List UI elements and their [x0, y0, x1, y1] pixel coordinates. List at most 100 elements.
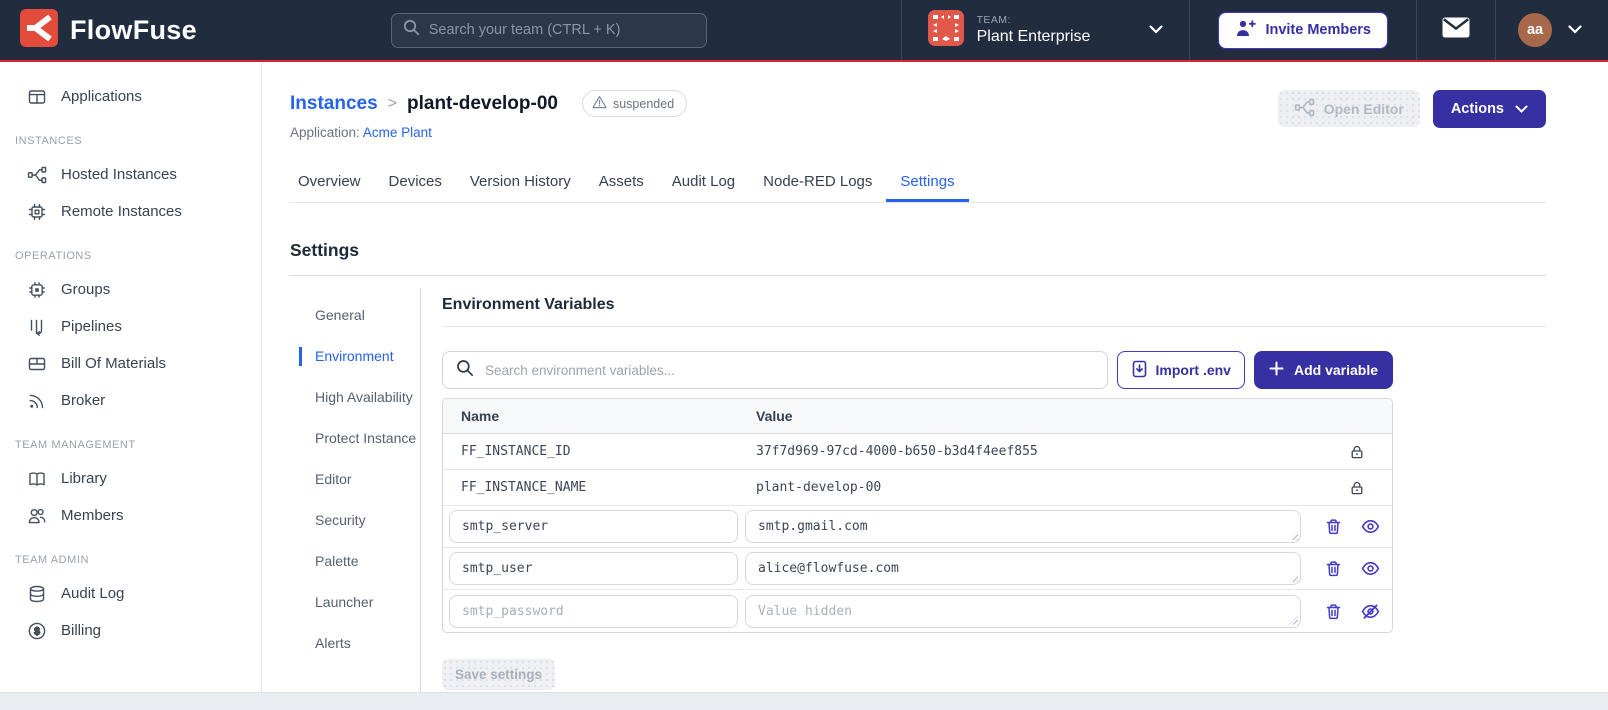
- tab-devices[interactable]: Devices: [375, 164, 456, 202]
- page-bottom-strip: [0, 692, 1608, 710]
- node-red-editor-icon: [1294, 97, 1315, 121]
- sidebar-item-label: Audit Log: [61, 585, 125, 602]
- main-content: Instances > plant-develop-00 suspended A…: [262, 62, 1608, 692]
- tab-overview[interactable]: Overview: [290, 164, 375, 202]
- sidebar-item-label: Bill Of Materials: [61, 355, 167, 372]
- settings-nav-alerts[interactable]: Alerts: [299, 634, 420, 653]
- sidebar-item-audit-log[interactable]: Audit Log: [0, 575, 261, 612]
- team-search[interactable]: [390, 12, 707, 48]
- team-name: Plant Enterprise: [976, 28, 1091, 45]
- user-menu[interactable]: aa: [1496, 13, 1592, 47]
- settings-nav-security[interactable]: Security: [299, 511, 420, 530]
- settings-title: Settings: [290, 240, 360, 260]
- sidebar-section-team-admin: TEAM ADMIN: [15, 554, 89, 566]
- team-avatar: [927, 9, 964, 51]
- settings-nav: General Environment High Availability Pr…: [299, 276, 420, 692]
- tab-node-red-logs[interactable]: Node-RED Logs: [749, 164, 886, 202]
- sidebar: Applications INSTANCES Hosted Instances …: [0, 62, 262, 692]
- env-var-value-input[interactable]: [745, 594, 1301, 628]
- status-badge: suspended: [581, 90, 688, 117]
- settings-nav-protect-instance[interactable]: Protect Instance: [299, 429, 420, 448]
- import-file-icon: [1131, 360, 1148, 381]
- application-line: Application: Acme Plant: [290, 125, 687, 140]
- env-var-name-input[interactable]: [449, 594, 738, 628]
- sidebar-item-library[interactable]: Library: [0, 460, 261, 497]
- eye-icon[interactable]: [1355, 512, 1385, 542]
- flowfuse-brand[interactable]: FlowFuse: [20, 8, 197, 52]
- table-row: [443, 590, 1392, 632]
- env-var-value-input[interactable]: [745, 552, 1301, 585]
- env-var-value: plant-develop-00: [756, 480, 882, 495]
- sidebar-item-billing[interactable]: $ Billing: [0, 612, 261, 649]
- sidebar-item-label: Pipelines: [61, 318, 122, 335]
- env-search-input[interactable]: [485, 362, 1094, 378]
- chevron-down-icon: [1515, 101, 1528, 117]
- import-env-label: Import .env: [1155, 362, 1231, 378]
- tab-audit-log[interactable]: Audit Log: [658, 164, 749, 202]
- brand-name: FlowFuse: [70, 14, 197, 45]
- invite-members-label: Invite Members: [1265, 22, 1372, 38]
- table-row: FF_INSTANCE_ID 37f7d969-97cd-4000-b650-b…: [443, 434, 1392, 470]
- warning-triangle-icon: [592, 95, 607, 112]
- sidebar-item-label: Library: [61, 470, 107, 487]
- sidebar-item-bill-of-materials[interactable]: Bill Of Materials: [0, 345, 261, 382]
- delete-variable-button[interactable]: [1318, 596, 1348, 626]
- delete-variable-button[interactable]: [1318, 554, 1348, 584]
- table-row: [443, 506, 1392, 548]
- add-variable-label: Add variable: [1293, 362, 1378, 378]
- actions-button[interactable]: Actions: [1432, 90, 1546, 128]
- add-variable-button[interactable]: Add variable: [1253, 351, 1393, 389]
- sidebar-item-broker[interactable]: Broker: [0, 382, 261, 419]
- settings-nav-general[interactable]: General: [299, 306, 420, 325]
- env-var-value-input[interactable]: [745, 510, 1301, 543]
- sidebar-item-hosted-instances[interactable]: Hosted Instances: [0, 156, 261, 193]
- sidebar-item-groups[interactable]: Groups: [0, 271, 261, 308]
- sidebar-item-pipelines[interactable]: Pipelines: [0, 308, 261, 345]
- env-var-name: FF_INSTANCE_NAME: [461, 480, 587, 495]
- invite-members-button[interactable]: Invite Members: [1218, 11, 1389, 49]
- env-var-name-input[interactable]: [449, 510, 738, 543]
- import-env-button[interactable]: Import .env: [1116, 351, 1245, 389]
- sidebar-item-members[interactable]: Members: [0, 497, 261, 534]
- env-var-name: FF_INSTANCE_ID: [461, 444, 571, 459]
- application-link[interactable]: Acme Plant: [363, 125, 432, 140]
- breadcrumb-instances-link[interactable]: Instances: [290, 93, 378, 115]
- env-search[interactable]: [442, 351, 1108, 389]
- user-plus-icon: [1235, 19, 1257, 41]
- tab-version-history[interactable]: Version History: [456, 164, 585, 202]
- environment-variables-title: Environment Variables: [442, 296, 615, 313]
- svg-text:$: $: [34, 626, 40, 637]
- env-variables-table: Name Value FF_INSTANCE_ID 37f7d969-97cd-…: [442, 398, 1393, 633]
- open-editor-button[interactable]: Open Editor: [1277, 90, 1420, 127]
- notifications-button[interactable]: [1417, 17, 1495, 43]
- table-row: [443, 548, 1392, 590]
- team-search-input[interactable]: [428, 22, 695, 38]
- sidebar-item-label: Groups: [61, 281, 111, 298]
- sidebar-item-label: Billing: [61, 622, 102, 639]
- settings-nav-high-availability[interactable]: High Availability: [299, 388, 420, 407]
- broker-icon: [29, 394, 44, 408]
- breadcrumb: Instances > plant-develop-00 suspended: [290, 90, 688, 117]
- eye-off-icon[interactable]: [1355, 596, 1385, 626]
- audit-log-icon: [29, 585, 45, 602]
- team-selector[interactable]: TEAM: Plant Enterprise: [902, 9, 1190, 51]
- save-settings-button[interactable]: Save settings: [442, 659, 556, 690]
- applications-icon: [28, 89, 46, 104]
- env-var-name-input[interactable]: [449, 552, 738, 585]
- environment-panel: Environment Variables Import .env: [421, 276, 1546, 692]
- eye-icon[interactable]: [1355, 554, 1385, 584]
- instance-tabs: Overview Devices Version History Assets …: [290, 164, 1546, 203]
- tab-assets[interactable]: Assets: [585, 164, 658, 202]
- column-name: Name: [461, 408, 500, 424]
- tab-settings[interactable]: Settings: [886, 164, 968, 202]
- env-var-value: 37f7d969-97cd-4000-b650-b3d4f4eef855: [756, 444, 1038, 459]
- groups-icon: [29, 281, 45, 298]
- settings-nav-environment[interactable]: Environment: [299, 347, 420, 366]
- settings-nav-launcher[interactable]: Launcher: [299, 593, 420, 612]
- sidebar-item-applications[interactable]: Applications: [0, 78, 261, 115]
- settings-nav-palette[interactable]: Palette: [299, 552, 420, 571]
- sidebar-item-remote-instances[interactable]: Remote Instances: [0, 193, 261, 230]
- delete-variable-button[interactable]: [1318, 512, 1348, 542]
- flowfuse-logo-icon: [20, 8, 58, 52]
- settings-nav-editor[interactable]: Editor: [299, 470, 420, 489]
